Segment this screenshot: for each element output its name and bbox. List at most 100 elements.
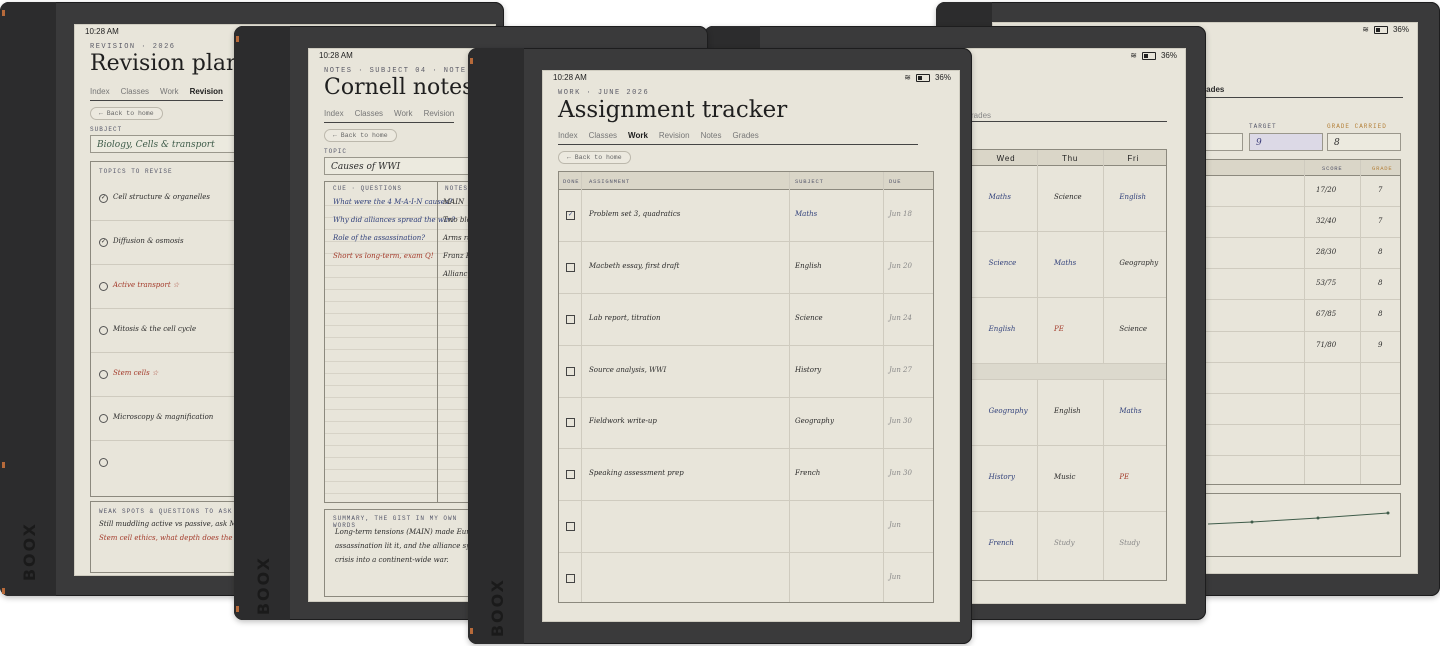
topic-item: Mitosis & the cell cycle bbox=[113, 325, 197, 333]
tab-grades[interactable]: rades bbox=[971, 111, 991, 120]
battery-icon bbox=[1373, 25, 1388, 34]
table-row bbox=[559, 500, 933, 502]
score-cell: 67/85 bbox=[1316, 309, 1337, 318]
score-cell: 17/20 bbox=[1316, 185, 1337, 194]
back-to-home-button[interactable]: ← Back to home bbox=[558, 151, 631, 164]
topic-item: Microscopy & magnification bbox=[113, 413, 214, 421]
timetable-cell[interactable]: English bbox=[1054, 407, 1081, 415]
assignment-cell[interactable]: Lab report, titration bbox=[589, 314, 660, 322]
grade-row bbox=[1204, 237, 1400, 239]
cue-question: Why did alliances spread the war? bbox=[333, 216, 456, 224]
grade-cell: 8 bbox=[1378, 278, 1383, 287]
timetable-cell[interactable]: Science bbox=[989, 259, 1017, 267]
topic-field[interactable]: Causes of WWI bbox=[324, 157, 484, 175]
subject-cell: Maths bbox=[795, 209, 818, 218]
due-cell: Jun bbox=[889, 521, 901, 530]
tab-work[interactable]: Work bbox=[160, 87, 179, 96]
cornell-eyebrow: NOTES · SUBJECT 04 · NOTE 02 bbox=[324, 67, 484, 75]
timetable-cell[interactable]: Music bbox=[1054, 473, 1075, 481]
grade-row bbox=[1204, 299, 1400, 301]
timetable-cell[interactable]: Geography bbox=[1119, 259, 1158, 267]
assignment-cell[interactable]: Speaking assessment prep bbox=[589, 469, 684, 477]
grade-row bbox=[1204, 268, 1400, 270]
done-checkbox[interactable] bbox=[566, 314, 575, 324]
score-cell: 32/40 bbox=[1316, 216, 1337, 225]
back-to-home-button[interactable]: ← Back to home bbox=[90, 107, 163, 120]
back-to-home-button[interactable]: ← Back to home bbox=[324, 129, 397, 142]
grades-left-field[interactable] bbox=[1203, 133, 1243, 151]
timetable-cell[interactable]: French bbox=[989, 539, 1014, 547]
target-field[interactable]: 9 bbox=[1249, 133, 1323, 151]
topic-checkbox[interactable]: ✓ bbox=[99, 194, 108, 203]
done-checkbox[interactable] bbox=[566, 262, 575, 272]
done-checkbox[interactable] bbox=[566, 574, 575, 584]
tab-revision[interactable]: Revision bbox=[424, 109, 455, 118]
done-checkbox[interactable] bbox=[566, 418, 575, 428]
topic-item: Diffusion & osmosis bbox=[113, 237, 184, 245]
subject-cell: History bbox=[795, 365, 822, 374]
timetable-cell[interactable]: Maths bbox=[989, 193, 1011, 201]
assignment-cell[interactable]: Problem set 3, quadratics bbox=[589, 210, 680, 218]
assignment-table: DONE ASSIGNMENT SUBJECT DUE ✓ Problem set… bbox=[558, 171, 934, 603]
timetable-cell[interactable]: Maths bbox=[1054, 259, 1076, 267]
timetable-cell[interactable]: Study bbox=[1119, 539, 1140, 547]
done-checkbox[interactable]: ✓ bbox=[566, 210, 575, 220]
done-checkbox[interactable] bbox=[566, 522, 575, 532]
tab-classes[interactable]: Classes bbox=[589, 131, 617, 140]
timetable-cell[interactable]: Science bbox=[1054, 193, 1082, 201]
timetable-cell[interactable]: Science bbox=[1119, 325, 1147, 333]
assignment-header: ASSIGNMENT bbox=[589, 178, 631, 185]
tab-grades[interactable]: Grades bbox=[732, 131, 758, 140]
topic-item: Active transport ☆ bbox=[113, 281, 180, 289]
clock: 10:28 AM bbox=[319, 51, 353, 60]
timetable-cell[interactable]: Study bbox=[1054, 539, 1075, 547]
clock: 10:28 AM bbox=[85, 27, 119, 36]
timetable-cell[interactable]: PE bbox=[1119, 473, 1129, 481]
topic-checkbox[interactable] bbox=[99, 282, 108, 291]
subject-label: SUBJECT bbox=[90, 126, 123, 133]
topic-checkbox[interactable] bbox=[99, 326, 108, 335]
assignment-cell[interactable]: Fieldwork write-up bbox=[589, 417, 657, 425]
summary-label: SUMMARY, THE GIST IN MY OWN WORDS bbox=[333, 515, 458, 529]
tab-index[interactable]: Index bbox=[324, 109, 344, 118]
topics-label: TOPICS TO REVISE bbox=[99, 168, 173, 175]
tab-work[interactable]: Work bbox=[628, 131, 648, 140]
timetable-cell[interactable]: English bbox=[989, 325, 1016, 333]
assignment-cell[interactable]: Source analysis, WWI bbox=[589, 366, 666, 374]
topic-checkbox[interactable] bbox=[99, 414, 108, 423]
boox-logo: BOOX bbox=[254, 556, 273, 616]
topic-checkbox[interactable] bbox=[99, 458, 108, 467]
done-checkbox[interactable] bbox=[566, 366, 575, 376]
tab-grades[interactable]: rades bbox=[1203, 85, 1224, 94]
grade-row bbox=[1204, 392, 1400, 394]
topic-checkbox[interactable]: ✓ bbox=[99, 238, 108, 247]
assignment-cell[interactable]: Macbeth essay, first draft bbox=[589, 262, 679, 270]
topic-checkbox[interactable] bbox=[99, 370, 108, 379]
tab-index[interactable]: Index bbox=[558, 131, 578, 140]
timetable-cell[interactable]: English bbox=[1119, 193, 1146, 201]
tab-revision[interactable]: Revision bbox=[659, 131, 690, 140]
tab-classes[interactable]: Classes bbox=[355, 109, 383, 118]
tab-notes[interactable]: Notes bbox=[701, 131, 722, 140]
note-line: Two blo bbox=[443, 216, 471, 224]
timetable-cell[interactable]: Maths bbox=[1119, 407, 1141, 415]
tab-work[interactable]: Work bbox=[394, 109, 413, 118]
period-divider bbox=[972, 511, 1166, 512]
note-line: Franz F bbox=[443, 252, 471, 260]
battery-level: 36% bbox=[934, 73, 951, 82]
topic-label: TOPIC bbox=[324, 148, 348, 155]
grade-carried-field[interactable]: 8 bbox=[1327, 133, 1401, 151]
clock: 10:28 AM bbox=[553, 73, 587, 82]
grade-row bbox=[1204, 206, 1400, 208]
due-cell: Jun 18 bbox=[889, 209, 912, 218]
done-checkbox[interactable] bbox=[566, 470, 575, 480]
timetable-cell[interactable]: History bbox=[989, 473, 1015, 481]
device-spine bbox=[468, 48, 524, 644]
timetable-cell[interactable]: PE bbox=[1054, 325, 1064, 333]
tab-classes[interactable]: Classes bbox=[121, 87, 149, 96]
tab-index[interactable]: Index bbox=[90, 87, 110, 96]
tab-revision[interactable]: Revision bbox=[190, 87, 223, 96]
grade-row bbox=[1204, 330, 1400, 332]
timetable-cell[interactable]: Geography bbox=[989, 407, 1028, 415]
device-spine bbox=[0, 2, 56, 596]
